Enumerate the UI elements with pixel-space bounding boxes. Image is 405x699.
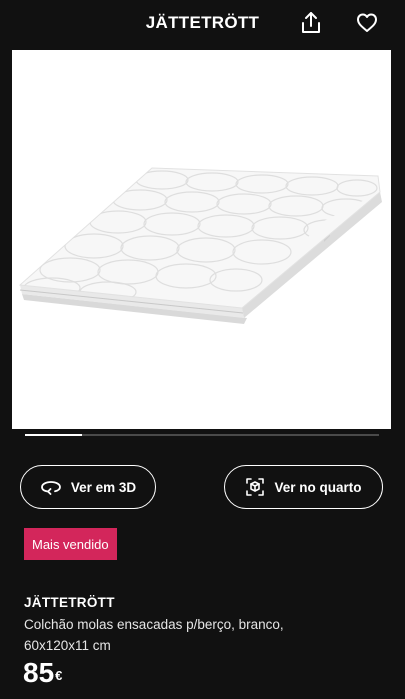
view-3d-label: Ver em 3D [70, 479, 137, 495]
view-3d-button[interactable]: Ver em 3D [20, 465, 156, 509]
heart-icon [357, 13, 377, 32]
top-bar: JÄTTETRÖTT [0, 0, 405, 50]
bestseller-badge: Mais vendido [24, 528, 117, 560]
price-currency: € [55, 668, 63, 683]
product-description: Colchão molas ensacadas p/berço, branco,… [24, 617, 284, 653]
product-price: 85€ [23, 656, 62, 690]
product-image[interactable] [12, 50, 391, 429]
carousel-progress-fill [25, 434, 82, 436]
mattress-photo [18, 167, 382, 324]
image-carousel-progress[interactable] [25, 434, 379, 436]
favorite-button[interactable] [354, 9, 380, 37]
price-value: 85 [23, 657, 55, 688]
share-icon [302, 12, 320, 33]
product-name: JÄTTETRÖTT [24, 595, 115, 610]
share-button[interactable] [297, 9, 325, 37]
view-in-room-label: Ver no quarto [274, 479, 362, 495]
view-in-room-button[interactable]: Ver no quarto [224, 465, 383, 509]
page-title: JÄTTETRÖTT [145, 13, 260, 32]
ar-cube-icon [246, 478, 265, 496]
rotate-3d-icon [40, 481, 61, 495]
